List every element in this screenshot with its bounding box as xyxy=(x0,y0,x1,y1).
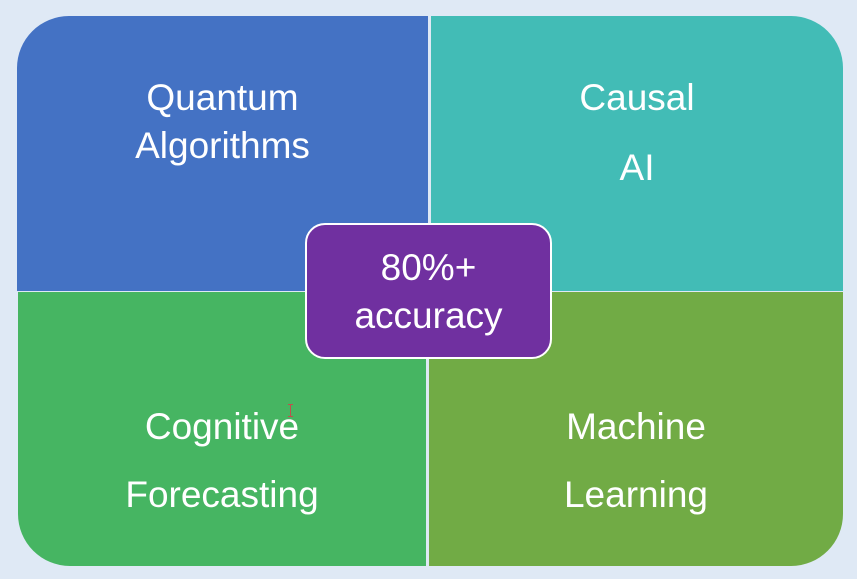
quadrant-label-line: Learning xyxy=(563,474,708,515)
quadrant-diagram: Quantum Algorithms Causal AI Cognitive F… xyxy=(0,0,857,579)
quadrant-label-line: AI xyxy=(619,147,655,188)
quadrant-label-line: Machine xyxy=(566,406,706,447)
quadrant-label-line: Cognitive xyxy=(144,406,300,447)
center-label-line: 80%+ xyxy=(380,247,477,288)
quadrant-label-line: Forecasting xyxy=(125,474,319,515)
center-accuracy-box: 80%+ accuracy xyxy=(305,223,552,359)
quadrant-label-line: Quantum xyxy=(146,77,299,118)
quadrant-label-line: Causal xyxy=(579,77,695,118)
quadrant-label-line: Algorithms xyxy=(135,125,310,166)
center-label-line: accuracy xyxy=(354,295,503,336)
text-cursor-icon xyxy=(288,404,293,417)
